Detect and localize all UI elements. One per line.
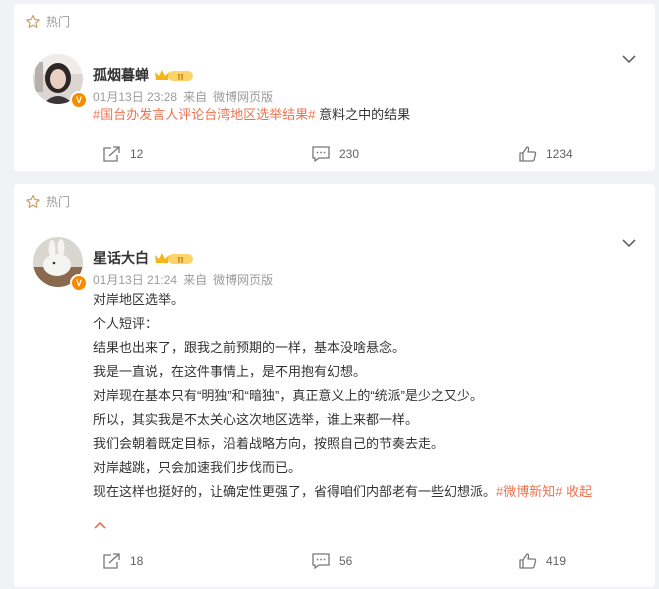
forward-count: 12: [130, 147, 144, 161]
post-line-last: 现在这样也挺好的，让确定性更强了，省得咱们内部老有一些幻想派。#微博新知# 收起: [93, 480, 633, 504]
star-icon: [26, 14, 40, 28]
post-time[interactable]: 01月13日 21:24: [93, 271, 177, 288]
like-count: 419: [546, 554, 567, 568]
source-prefix: 来自: [183, 273, 208, 287]
source-name: 微博网页版: [213, 273, 274, 287]
vip-crown-icon[interactable]: II: [154, 251, 194, 266]
post-meta: 01月13日 23:28 来自 微博网页版: [93, 88, 273, 105]
post-card: 热门 V 星话大白 II 01月13日 21:24 来自 微博网页版 对岸地区选…: [14, 184, 655, 587]
source-prefix: 来自: [183, 90, 208, 104]
post-line: 对岸现在基本只有“明独”和“暗独”，真正意义上的“统派”是少之又少。: [93, 388, 483, 403]
post-line: 对岸地区选举。: [93, 292, 185, 307]
author-name[interactable]: 星话大白 II: [93, 248, 194, 268]
comment-icon: [312, 553, 330, 570]
thumbs-up-icon: [519, 146, 537, 162]
author-name-text: 星话大白: [93, 250, 149, 266]
comment-icon: [312, 146, 330, 163]
hot-label: 热门: [46, 195, 71, 209]
post-meta: 01月13日 21:24 来自 微博网页版: [93, 271, 273, 288]
comment-count: 56: [339, 554, 353, 568]
forward-button[interactable]: 12: [102, 145, 143, 163]
hot-header: 热门: [25, 193, 70, 210]
post-line: 我们会朝着既定目标，沿着战略方向，按照自己的节奏去走。: [93, 436, 445, 451]
forward-count: 18: [130, 554, 144, 568]
post-line: 现在这样也挺好的，让确定性更强了，省得咱们内部老有一些幻想派。: [93, 484, 497, 499]
chevron-down-icon[interactable]: [621, 54, 637, 64]
post-line: 个人短评：: [93, 316, 159, 331]
post-line: 对岸越跳，只会加速我们步伐而已。: [93, 460, 302, 475]
author-name-text: 孤烟暮蝉: [93, 67, 149, 83]
hot-label: 热门: [46, 15, 71, 29]
collapse-link[interactable]: 收起: [566, 484, 592, 499]
source-name: 微博网页版: [213, 90, 274, 104]
post-body: 对岸地区选举。 个人短评： 结果也出来了，跟我之前预期的一样，基本没啥悬念。 我…: [93, 288, 633, 504]
like-button[interactable]: 419: [518, 552, 566, 570]
post-line: 我是一直说，在这件事情上，是不用抱有幻想。: [93, 364, 367, 379]
chevron-up-icon[interactable]: [93, 520, 107, 530]
like-button[interactable]: 1234: [518, 145, 573, 163]
hot-header: 热门: [25, 13, 70, 30]
vip-crown-icon[interactable]: II: [154, 68, 194, 83]
star-icon: [26, 194, 40, 208]
svg-text:II: II: [177, 255, 183, 264]
post-card: 热门 V 孤烟暮蝉 II 01月13日 23:28 来自 微博网页版 #国台办发…: [14, 4, 655, 171]
topic-tag-link[interactable]: #国台办发言人评论台湾地区选举结果#: [93, 107, 315, 122]
comment-count: 230: [339, 147, 360, 161]
verified-badge-icon: V: [70, 274, 88, 292]
like-count: 1234: [546, 147, 573, 161]
chevron-down-icon[interactable]: [621, 238, 637, 248]
comment-button[interactable]: 230: [311, 145, 359, 163]
svg-text:II: II: [177, 72, 183, 81]
comment-button[interactable]: 56: [311, 552, 352, 570]
share-icon: [103, 553, 120, 569]
author-name[interactable]: 孤烟暮蝉 II: [93, 65, 194, 85]
verified-badge-icon: V: [70, 91, 88, 109]
post-text: #国台办发言人评论台湾地区选举结果# 意料之中的结果: [93, 105, 410, 125]
share-icon: [103, 146, 120, 162]
thumbs-up-icon: [519, 553, 537, 569]
post-line: 所以，其实我是不太关心这次地区选举，谁上来都一样。: [93, 412, 419, 427]
forward-button[interactable]: 18: [102, 552, 143, 570]
topic-tag-link[interactable]: #微博新知#: [496, 484, 562, 499]
post-body: 意料之中的结果: [315, 107, 411, 122]
post-line: 结果也出来了，跟我之前预期的一样，基本没啥悬念。: [93, 340, 406, 355]
post-time[interactable]: 01月13日 23:28: [93, 88, 177, 105]
